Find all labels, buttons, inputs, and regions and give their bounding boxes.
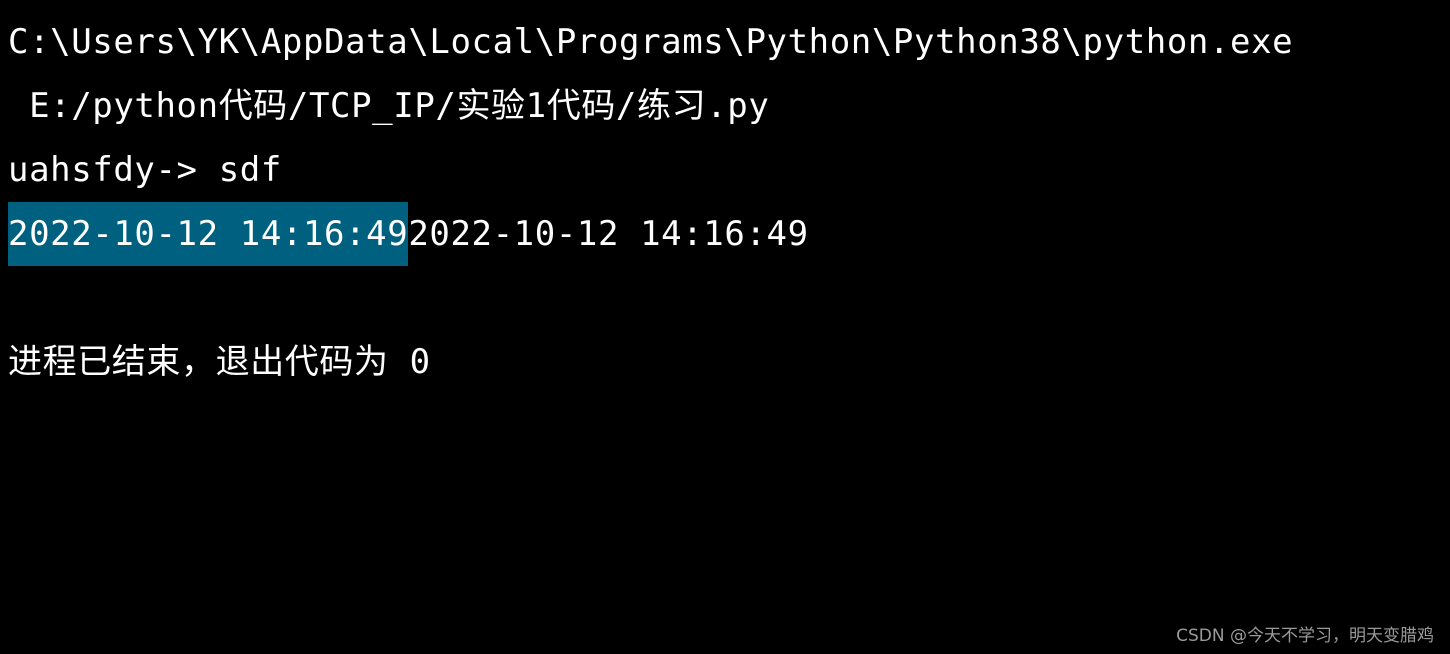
input-prompt-line: uahsfdy-> sdf <box>8 150 282 190</box>
interpreter-path-line: C:\Users\YK\AppData\Local\Programs\Pytho… <box>8 22 1294 62</box>
run-console-output[interactable]: C:\Users\YK\AppData\Local\Programs\Pytho… <box>8 10 1440 394</box>
timestamp-output-line: 2022-10-12 14:16:492022-10-12 14:16:49 <box>8 202 1440 330</box>
timestamp-text: 2022-10-12 14:16:49 <box>408 214 809 254</box>
script-path-line: E:/python代码/TCP_IP/实验1代码/练习.py <box>8 86 770 126</box>
process-exit-message: 进程已结束，退出代码为 0 <box>8 342 431 382</box>
selected-text[interactable]: 2022-10-12 14:16:49 <box>8 202 409 266</box>
csdn-watermark: CSDN @今天不学习，明天变腊鸡 <box>1176 626 1434 646</box>
